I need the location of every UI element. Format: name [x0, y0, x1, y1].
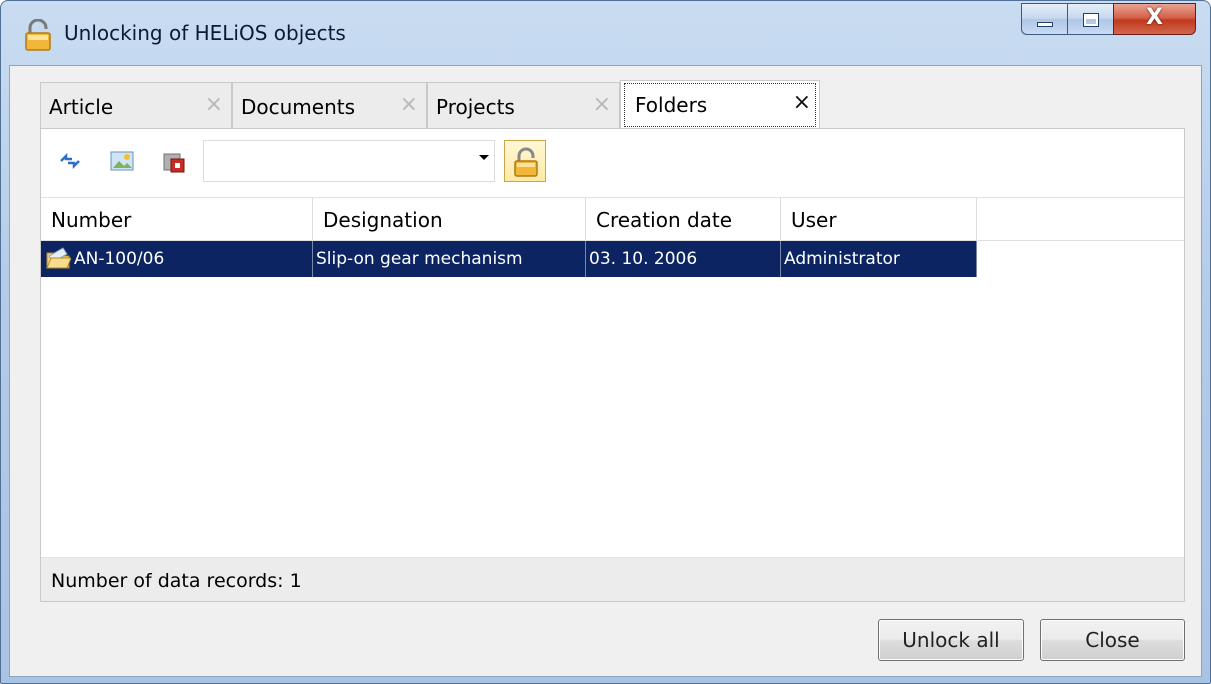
filter-combobox[interactable] — [203, 140, 495, 182]
status-bar: Number of data records: 1 — [41, 557, 1184, 601]
cell-creation-date: 03. 10. 2006 — [586, 241, 781, 277]
caption-buttons: X — [1021, 3, 1196, 35]
title-bar[interactable]: Unlocking of HELiOS objects X — [1, 1, 1210, 65]
unlock-all-button[interactable]: Unlock all — [878, 619, 1024, 661]
tab-projects[interactable]: Projects × — [427, 82, 620, 129]
delete-icon[interactable] — [161, 148, 187, 174]
tab-label: Documents — [241, 95, 356, 119]
tab-strip: Article × Documents × Projects × Folders… — [40, 80, 1190, 130]
padlock-open-icon — [25, 19, 51, 51]
tab-label: Article — [49, 95, 114, 119]
minimize-button[interactable] — [1021, 3, 1067, 35]
folders-panel: Number Designation Creation date User AN… — [40, 128, 1185, 602]
tab-documents[interactable]: Documents × — [232, 82, 427, 129]
chevron-down-icon[interactable] — [479, 155, 489, 160]
client-area: Article × Documents × Projects × Folders… — [9, 65, 1202, 677]
tab-folders[interactable]: Folders × — [620, 80, 820, 130]
folder-icon — [46, 247, 71, 269]
grid-header: Number Designation Creation date User — [41, 197, 1184, 241]
record-count-text: Number of data records: 1 — [51, 570, 302, 592]
table-row[interactable]: AN-100/06 Slip-on gear mechanism 03. 10.… — [41, 241, 1184, 277]
tab-close-icon[interactable]: × — [793, 90, 811, 115]
column-header-number[interactable]: Number — [41, 198, 313, 241]
close-button[interactable]: Close — [1040, 619, 1185, 661]
maximize-button[interactable] — [1067, 3, 1113, 35]
tab-label: Projects — [436, 95, 515, 119]
toolbar — [41, 129, 1184, 197]
cell-designation: Slip-on gear mechanism — [313, 241, 586, 277]
lock-icon — [514, 147, 538, 177]
cell-user: Administrator — [781, 241, 977, 277]
tab-close-icon[interactable]: × — [400, 92, 418, 117]
unlock-toggle-button[interactable] — [504, 140, 546, 182]
column-header-creation-date[interactable]: Creation date — [586, 198, 781, 241]
cell-number: AN-100/06 — [41, 241, 313, 277]
objects-grid: Number Designation Creation date User AN… — [41, 197, 1184, 277]
close-icon: X — [1146, 5, 1163, 30]
column-header-user[interactable]: User — [781, 198, 977, 241]
close-window-button[interactable]: X — [1113, 3, 1196, 35]
image-icon[interactable] — [109, 148, 135, 174]
tab-close-icon[interactable]: × — [593, 92, 611, 117]
tab-article[interactable]: Article × — [40, 82, 232, 129]
refresh-icon[interactable] — [57, 148, 83, 174]
dialog-window: Unlocking of HELiOS objects X Article × … — [0, 0, 1211, 684]
tab-label: Folders — [635, 93, 708, 117]
tab-close-icon[interactable]: × — [205, 92, 223, 117]
maximize-icon — [1083, 13, 1099, 27]
column-header-designation[interactable]: Designation — [313, 198, 586, 241]
minimize-icon — [1037, 22, 1053, 27]
window-title: Unlocking of HELiOS objects — [64, 21, 346, 45]
